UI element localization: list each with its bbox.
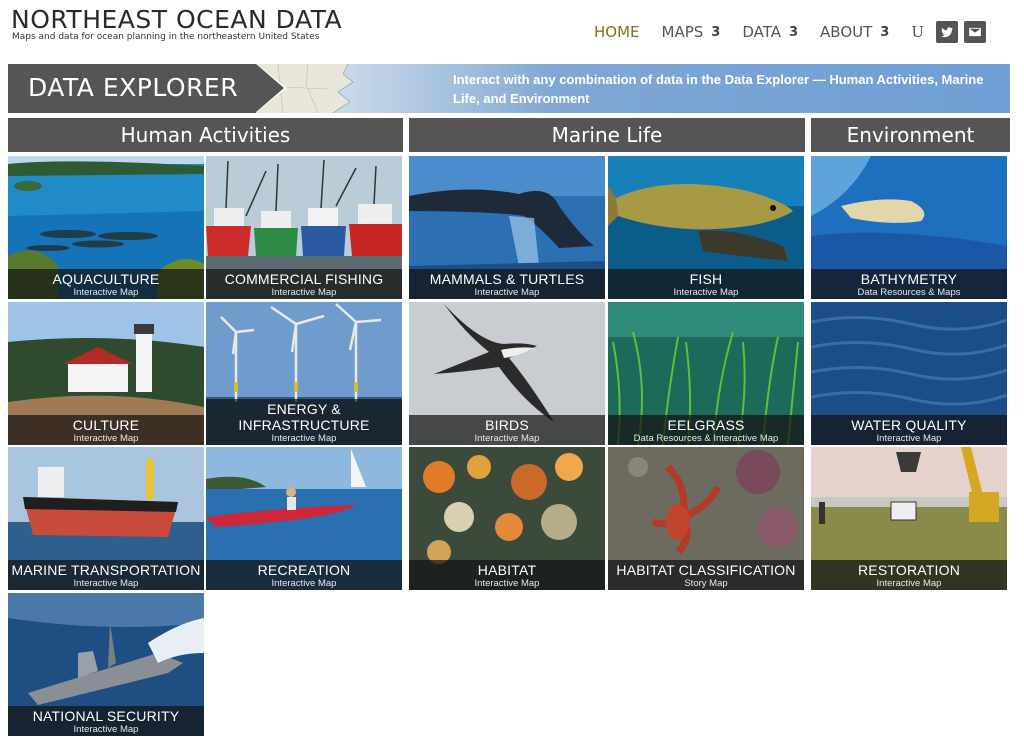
- tile-title: AQUACULTURE: [52, 271, 160, 287]
- tile-caption: CULTURE Interactive Map: [8, 415, 204, 445]
- tile-culture[interactable]: CULTURE Interactive Map: [8, 302, 204, 445]
- tile-title: MAMMALS & TURTLES: [429, 271, 585, 287]
- tile-caption: HABITAT Interactive Map: [409, 560, 605, 590]
- category-marine-life: Marine Life: [409, 118, 805, 152]
- user-icon[interactable]: U: [911, 23, 924, 41]
- tile-mammals-turtles[interactable]: MAMMALS & TURTLES Interactive Map: [409, 156, 605, 299]
- tile-caption: BIRDS Interactive Map: [409, 415, 605, 445]
- tile-title: BIRDS: [485, 417, 529, 433]
- nav-data[interactable]: DATA 3: [742, 23, 798, 41]
- tile-caption: ENERGY & INFRASTRUCTURE Interactive Map: [206, 399, 402, 445]
- tile-caption: MARINE TRANSPORTATION Interactive Map: [8, 560, 204, 590]
- tile-subtitle: Interactive Map: [73, 724, 139, 735]
- tile-title: RESTORATION: [857, 562, 961, 578]
- tile-energy-infrastructure[interactable]: ENERGY & INFRASTRUCTURE Interactive Map: [206, 302, 402, 445]
- tile-caption: EELGRASS Data Resources & Interactive Ma…: [608, 415, 804, 445]
- tile-title: EELGRASS: [667, 417, 745, 433]
- tile-subtitle: Interactive Map: [73, 433, 139, 444]
- tile-caption: NATIONAL SECURITY Interactive Map: [8, 706, 204, 736]
- tile-caption: FISH Interactive Map: [608, 269, 804, 299]
- tile-caption: MAMMALS & TURTLES Interactive Map: [409, 269, 605, 299]
- nav-data-label: DATA: [742, 23, 781, 41]
- nav-about-label: ABOUT: [820, 23, 873, 41]
- tile-caption: RESTORATION Interactive Map: [811, 560, 1007, 590]
- tile-subtitle: Interactive Map: [474, 578, 540, 589]
- coastline-map-graphic: [258, 64, 354, 113]
- tile-subtitle: Data Resources & Interactive Map: [633, 433, 779, 444]
- nav-about-count: 3: [880, 24, 890, 40]
- tile-habitat[interactable]: HABITAT Interactive Map: [409, 447, 605, 590]
- tile-subtitle: Interactive Map: [876, 578, 942, 589]
- tile-subtitle: Interactive Map: [271, 433, 337, 444]
- tile-title: HABITAT CLASSIFICATION: [616, 562, 796, 578]
- site-tagline: Maps and data for ocean planning in the …: [12, 32, 320, 42]
- nav-maps-count: 3: [711, 24, 721, 40]
- tile-caption: COMMERCIAL FISHING Interactive Map: [206, 269, 402, 299]
- tile-title: NATIONAL SECURITY: [32, 708, 180, 724]
- tile-title: MARINE TRANSPORTATION: [11, 562, 201, 578]
- banner-title: DATA EXPLORER: [28, 73, 239, 102]
- tile-subtitle: Interactive Map: [271, 287, 337, 298]
- data-explorer-banner: DATA EXPLORER Interact with any combinat…: [8, 64, 1010, 113]
- tile-title: FISH: [689, 271, 723, 287]
- nav-maps-label: MAPS: [661, 23, 704, 41]
- category-environment: Environment: [811, 118, 1010, 152]
- tile-restoration[interactable]: RESTORATION Interactive Map: [811, 447, 1007, 590]
- tile-title: HABITAT: [477, 562, 537, 578]
- nav-about[interactable]: ABOUT 3: [820, 23, 889, 41]
- banner-arrow: [256, 64, 284, 112]
- tile-eelgrass[interactable]: EELGRASS Data Resources & Interactive Ma…: [608, 302, 804, 445]
- tile-habitat-classification[interactable]: HABITAT CLASSIFICATION Story Map: [608, 447, 804, 590]
- tile-subtitle: Interactive Map: [673, 287, 739, 298]
- tile-subtitle: Interactive Map: [876, 433, 942, 444]
- tile-caption: AQUACULTURE Interactive Map: [8, 269, 204, 299]
- main-nav: HOME MAPS 3 DATA 3 ABOUT 3 U: [594, 21, 992, 43]
- tile-birds[interactable]: BIRDS Interactive Map: [409, 302, 605, 445]
- tile-subtitle: Story Map: [684, 578, 728, 589]
- nav-maps[interactable]: MAPS 3: [662, 23, 721, 41]
- tile-title: COMMERCIAL FISHING: [224, 271, 384, 287]
- tile-title: RECREATION: [257, 562, 351, 578]
- tile-subtitle: Interactive Map: [73, 287, 139, 298]
- tile-national-security[interactable]: NATIONAL SECURITY Interactive Map: [8, 593, 204, 736]
- tile-caption: WATER QUALITY Interactive Map: [811, 415, 1007, 445]
- tile-bathymetry[interactable]: BATHYMETRY Data Resources & Maps: [811, 156, 1007, 299]
- tile-subtitle: Interactive Map: [474, 287, 540, 298]
- tile-subtitle: Interactive Map: [73, 578, 139, 589]
- tile-caption: BATHYMETRY Data Resources & Maps: [811, 269, 1007, 299]
- tile-title: CULTURE: [72, 417, 140, 433]
- tile-marine-transportation[interactable]: MARINE TRANSPORTATION Interactive Map: [8, 447, 204, 590]
- email-icon[interactable]: [964, 21, 986, 43]
- tile-fish[interactable]: FISH Interactive Map: [608, 156, 804, 299]
- tile-aquaculture[interactable]: AQUACULTURE Interactive Map: [8, 156, 204, 299]
- tile-title: WATER QUALITY: [851, 417, 967, 433]
- tile-subtitle: Interactive Map: [474, 433, 540, 444]
- tile-title: ENERGY &: [267, 401, 341, 417]
- tile-recreation[interactable]: RECREATION Interactive Map: [206, 447, 402, 590]
- tile-caption: HABITAT CLASSIFICATION Story Map: [608, 560, 804, 590]
- tile-title: BATHYMETRY: [860, 271, 958, 287]
- banner-description: Interact with any combination of data in…: [453, 72, 984, 106]
- nav-home[interactable]: HOME: [594, 23, 640, 41]
- category-human-activities: Human Activities: [8, 118, 403, 152]
- tile-commercial-fishing[interactable]: COMMERCIAL FISHING Interactive Map: [206, 156, 402, 299]
- nav-home-label: HOME: [594, 23, 640, 41]
- tile-water-quality[interactable]: WATER QUALITY Interactive Map: [811, 302, 1007, 445]
- twitter-icon[interactable]: [936, 21, 958, 43]
- tile-title-line2: INFRASTRUCTURE: [238, 417, 370, 433]
- tile-subtitle: Interactive Map: [271, 578, 337, 589]
- tile-subtitle: Data Resources & Maps: [857, 287, 961, 298]
- tile-caption: RECREATION Interactive Map: [206, 560, 402, 590]
- site-title[interactable]: NORTHEAST OCEAN DATA: [11, 5, 342, 34]
- nav-data-count: 3: [789, 24, 799, 40]
